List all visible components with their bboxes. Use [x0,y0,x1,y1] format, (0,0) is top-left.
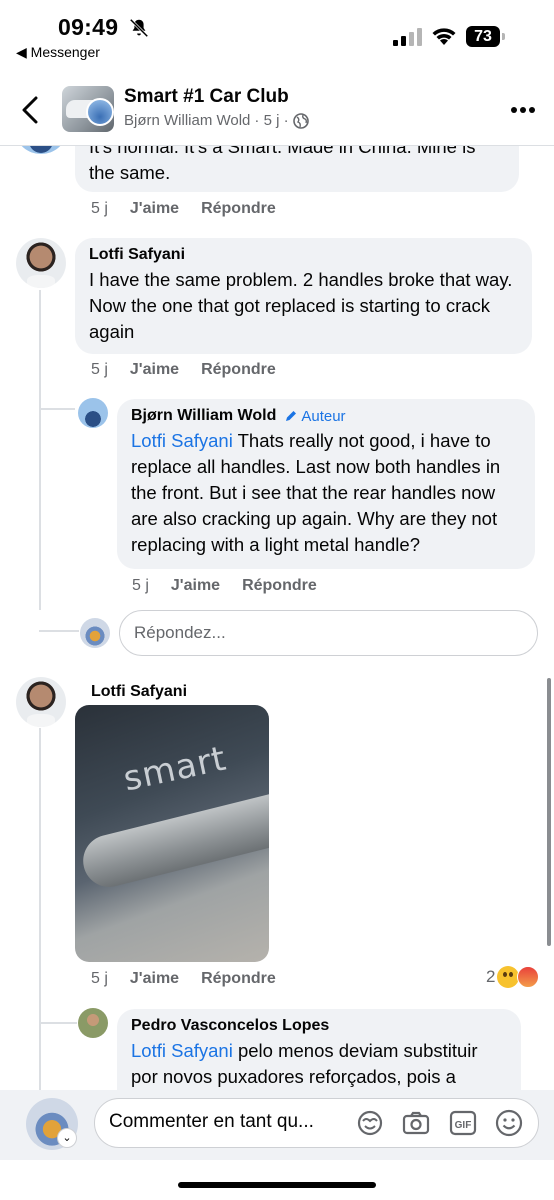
avatar[interactable] [16,677,66,727]
chevron-down-icon[interactable]: ⌄ [57,1128,77,1148]
like-button[interactable]: J'aime [130,200,179,218]
photo-logo-text: smart [119,738,231,800]
post-meta: Bjørn William Wold · 5 j · [124,112,309,129]
comment-actions: 5 j J'aime Répondre [91,200,276,218]
wifi-icon [432,28,456,45]
reply-author-name[interactable]: Bjørn William Wold [131,407,276,425]
wow-reaction-icon [497,966,520,988]
clock: 09:49 [58,14,119,40]
mention-link[interactable]: Lotfi Safyani [131,1040,233,1061]
back-to-app-link[interactable]: ◀ Messenger [16,44,100,61]
like-button[interactable]: J'aime [171,577,220,595]
avatar[interactable] [78,398,108,428]
reply-bubble: Bjørn William Wold Auteur Lotfi Safyani … [117,399,535,569]
comment-actions: 5 j J'aime Répondre [91,361,276,379]
avatar[interactable] [78,1008,108,1038]
comment-author[interactable]: Pedro Vasconcelos Lopes [131,1017,507,1035]
comment-actions: 5 j J'aime Répondre [132,577,317,595]
author-badge: Auteur [284,407,346,425]
camera-icon[interactable] [401,1108,431,1138]
avatar-sticker-icon[interactable] [355,1108,385,1138]
author-mini-avatar [86,98,114,126]
reaction-summary[interactable]: 2 [486,966,540,988]
globe-icon [292,112,309,129]
comment-photo[interactable]: smart [75,705,269,962]
thread-line-branch [39,1022,77,1024]
comment-actions: 5 j J'aime Répondre [91,970,276,988]
group-name[interactable]: Smart #1 Car Club [124,86,289,108]
comment-input-placeholder: Commenter en tant qu... [109,1111,314,1132]
post-header: Smart #1 Car Club Bjørn William Wold · 5… [0,70,554,146]
scrollbar[interactable] [547,678,551,946]
more-icon[interactable] [510,106,536,114]
comment-time: 5 j [91,361,108,378]
thread-line-branch [39,408,75,410]
bell-slash-icon [129,18,149,38]
comment-bubble: Lotfi Safyani I have the same problem. 2… [75,238,532,354]
status-bar: 09:49 ◀ Messenger 73 [0,0,554,70]
emoji-icon[interactable] [494,1108,524,1138]
reply-button[interactable]: Répondre [201,970,276,988]
gif-icon[interactable]: GIF [448,1108,478,1138]
comment-time: 5 j [91,970,108,987]
avatar [80,618,110,648]
reply-button[interactable]: Répondre [242,577,317,595]
comment-text: Lotfi Safyani Thats really not good, i h… [131,428,521,558]
reply-input[interactable]: Répondez... [119,610,538,656]
reply-button[interactable]: Répondre [201,361,276,379]
reaction-count: 2 [486,967,496,986]
back-chevron-icon[interactable] [20,96,40,124]
battery-indicator: 73 [466,26,506,48]
angry-reaction-icon [517,966,540,988]
thread-line-branch [39,630,79,632]
avatar[interactable] [16,238,66,288]
comment-author[interactable]: Lotfi Safyani [89,246,518,264]
reply-button[interactable]: Répondre [201,200,276,218]
comment-text: Lotfi Safyani pelo menos deviam substitu… [131,1038,507,1090]
comment-time: 5 j [91,200,108,217]
post-author[interactable]: Bjørn William Wold [124,112,250,129]
comment-time: 5 j [132,577,149,594]
pencil-icon [286,411,297,421]
author-badge-label: Auteur [301,407,346,425]
thread-line [39,728,41,1090]
home-indicator[interactable] [178,1182,376,1188]
post-age: · 5 j · [254,112,289,129]
like-button[interactable]: J'aime [130,361,179,379]
comment-author: Bjørn William Wold Auteur [131,407,521,425]
svg-text:GIF: GIF [455,1120,472,1131]
comment-author[interactable]: Lotfi Safyani [91,683,187,701]
battery-level: 73 [466,26,500,47]
like-button[interactable]: J'aime [130,970,179,988]
thread-line [39,290,41,610]
comment-text: I have the same problem. 2 handles broke… [89,269,513,342]
signal-icon [393,28,422,46]
mention-link[interactable]: Lotfi Safyani [131,430,233,451]
